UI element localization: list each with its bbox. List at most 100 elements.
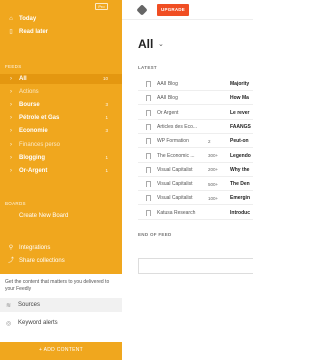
sidebar-item-economie[interactable]: › Economie 3 [0,126,122,136]
article-title[interactable]: Legendo [230,153,253,159]
article-source: Or Argent [157,109,179,116]
add-content-button[interactable]: + ADD CONTENT [0,340,122,360]
sidebar-item-or-argent[interactable]: › Or-Argent 1 [0,166,122,176]
sources-label: Sources [18,302,41,308]
sidebar-item-bourse[interactable]: › Bourse 3 [0,100,122,110]
engagement-count: 500+ [208,181,219,187]
bookmark-icon: ▯ [9,29,13,35]
bookmark-icon[interactable] [146,181,151,188]
article-row[interactable]: Or Argent Le rever [138,106,253,120]
article-row[interactable]: Visual Capitalist 500+ The Den [138,177,253,192]
bookmark-icon[interactable] [146,123,151,130]
sidebar-item-label: Actions [19,89,39,95]
feedly-logo-icon[interactable] [136,4,148,16]
sidebar-item-today[interactable]: ⌂ Today [0,14,122,24]
sidebar-item-label: Integrations [19,245,51,251]
article-source: Visual Capitalist [157,195,193,202]
sidebar-item-integrations[interactable]: ⚲ Integrations [0,243,122,253]
article-title[interactable]: The Den [230,181,253,187]
home-icon: ⌂ [9,16,13,22]
top-bar: UPGRADE [122,0,253,20]
sidebar-item-label: Today [19,16,37,22]
chevron-right-icon: › [10,89,12,95]
keyword-alerts-option[interactable]: ◎ Keyword alerts [0,316,122,330]
article-row[interactable]: AAII Blog How Ma [138,91,253,106]
bookmark-icon[interactable] [146,109,151,116]
article-title[interactable]: Majority [230,81,253,87]
bookmark-icon[interactable] [146,81,151,87]
sidebar-item-label: Blogging [19,155,45,161]
article-title[interactable]: Emergin [230,195,253,201]
sidebar-item-finances-perso[interactable]: › Finances perso [0,140,122,150]
chevron-right-icon: › [10,168,12,174]
sidebar-item-all[interactable]: › All 10 [0,74,122,84]
article-row[interactable]: Katusa Research Introduc [138,206,253,220]
bookmark-icon[interactable] [146,209,151,216]
discover-hint-text: Get the content that matters to you deli… [5,279,110,292]
keyword-alerts-label: Keyword alerts [18,320,58,326]
chevron-down-icon[interactable]: ⌄ [158,40,164,48]
article-source: AAII Blog [157,95,178,102]
end-of-feed-label: END OF FEED [138,232,172,237]
sidebar-item-actions[interactable]: › Actions [0,87,122,97]
article-row[interactable]: Articles des Eco... FAANGS [138,120,253,134]
quick-input-field[interactable] [138,258,253,274]
share-icon: ⤴ [7,258,14,264]
create-board-label: Create New Board [19,213,69,219]
article-source: The Economic ... [157,152,195,159]
article-row[interactable]: AAII Blog Majority [138,77,253,91]
engagement-count: 2 [208,138,211,144]
main-panel: UPGRADE All ⌄ LATEST AAII Blog Majority AA… [122,0,253,360]
sidebar-item-label: All [19,76,27,82]
article-source: AAII Blog [157,81,178,87]
feeds-heading: FEEDS [5,64,22,69]
bookmark-icon[interactable] [146,138,151,145]
page-title: All [138,37,154,51]
sidebar-item-label: Bourse [19,102,40,108]
sidebar: Pro ⌂ Today ▯ Read later FEEDS › All 10 … [0,0,122,360]
chevron-right-icon: › [10,76,12,82]
article-title[interactable]: Peut-on [230,138,253,144]
bookmark-icon[interactable] [146,166,151,173]
unread-count: 1 [105,155,108,160]
article-source: Visual Capitalist [157,181,193,188]
chevron-right-icon: › [10,115,12,121]
discover-panel: Get the content that matters to you deli… [0,274,122,342]
article-row[interactable]: The Economic ... 300+ Legendo [138,149,253,163]
article-title[interactable]: Introduc [230,210,253,216]
latest-heading: LATEST [138,65,157,70]
sidebar-item-petrole-et-gas[interactable]: › Pétrole et Gas 1 [0,113,122,123]
sidebar-item-share-collections[interactable]: ⤴ Share collections [0,256,122,266]
article-source: Katusa Research [157,209,196,216]
boards-heading: BOARDS [5,201,26,206]
sidebar-item-read-later[interactable]: ▯ Read later [0,27,122,37]
sidebar-item-blogging[interactable]: › Blogging 1 [0,153,122,163]
article-title[interactable]: How Ma [230,95,253,101]
unread-count: 3 [105,128,108,133]
bookmark-icon[interactable] [146,152,151,159]
unread-count: 1 [105,115,108,120]
sources-option[interactable]: ≋ Sources [0,298,122,312]
sidebar-item-label: Or-Argent [19,168,48,174]
sidebar-item-label: Pétrole et Gas [19,115,60,121]
bookmark-icon[interactable] [146,95,151,102]
article-title[interactable]: FAANGS [230,124,253,130]
unread-count: 3 [105,102,108,107]
bookmark-icon[interactable] [146,195,151,202]
chevron-right-icon: › [10,128,12,134]
engagement-count: 300+ [208,153,219,158]
create-board-link[interactable]: Create New Board [0,211,122,221]
chevron-right-icon: › [10,155,12,161]
article-row[interactable]: Visual Capitalist 100+ Emergin [138,191,253,206]
sidebar-item-label: Finances perso [19,142,61,148]
sidebar-item-label: Share collections [19,258,65,264]
rss-icon: ≋ [6,302,12,309]
plug-icon: ⚲ [8,245,14,251]
upgrade-button[interactable]: UPGRADE [157,4,189,16]
article-title[interactable]: Le rever [230,110,253,116]
bell-icon: ◎ [6,320,12,327]
article-title[interactable]: Why the [230,167,253,173]
pro-badge[interactable]: Pro [95,3,108,10]
article-row[interactable]: Visual Capitalist 200+ Why the [138,163,253,177]
article-row[interactable]: WP Formation 2 Peut-on [138,134,253,149]
